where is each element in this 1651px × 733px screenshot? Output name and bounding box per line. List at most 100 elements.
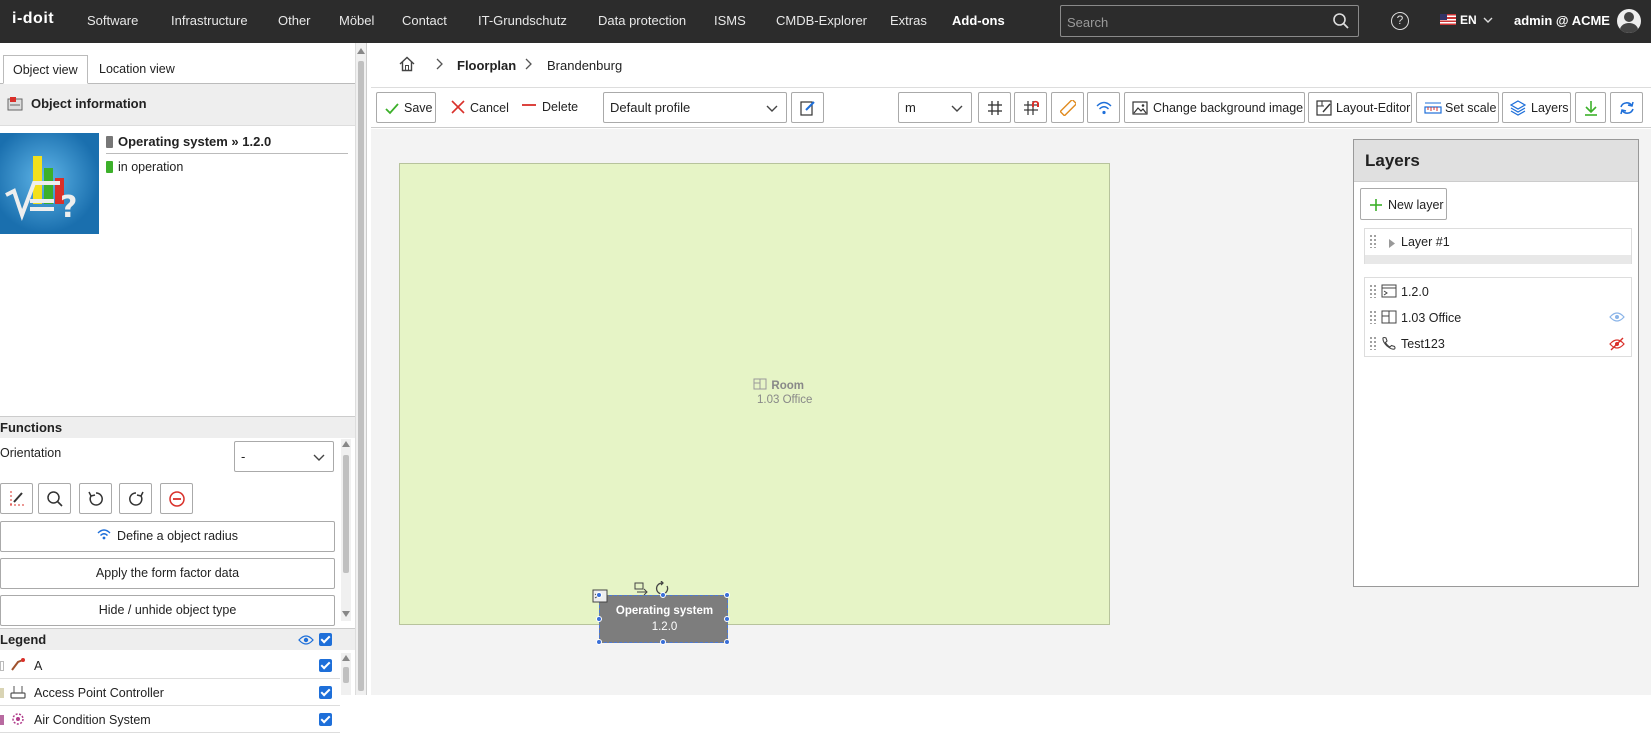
nav-item-other[interactable]: Other xyxy=(278,13,311,28)
unit-select[interactable]: m xyxy=(898,92,972,123)
cancel-button[interactable]: Cancel xyxy=(451,100,509,115)
resize-handle[interactable] xyxy=(660,639,666,645)
hide-unhide-object-type-button[interactable]: Hide / unhide object type xyxy=(0,595,335,626)
legend-swatch xyxy=(0,715,4,725)
define-radius-button[interactable]: Define a object radius xyxy=(0,521,335,552)
left-panel: Object view Location view Object informa… xyxy=(0,43,355,733)
layer-object-row[interactable]: 1.2.0 xyxy=(1365,279,1631,305)
layers-panel: Layers New layer Layer #1 1.2.0 1.03 Off… xyxy=(1353,139,1639,587)
layout-editor-button[interactable]: Layout-Editor xyxy=(1308,92,1412,123)
layer-object-row[interactable]: Test123 xyxy=(1365,331,1631,357)
rotate-right-button[interactable] xyxy=(119,483,152,514)
nav-item-data-protection[interactable]: Data protection xyxy=(598,13,686,28)
nav-item-isms[interactable]: ISMS xyxy=(714,13,746,28)
layer-drop-zone xyxy=(1365,255,1631,264)
caret-right-icon[interactable] xyxy=(1389,237,1395,251)
rotate-right-icon xyxy=(129,491,144,506)
drag-handle[interactable] xyxy=(1369,234,1377,248)
floorplan-canvas[interactable]: Room 1.03 Office Operating system 1.2.0 xyxy=(371,129,1651,695)
snap-to-grid-button[interactable] xyxy=(1014,92,1047,123)
help-icon[interactable]: ? xyxy=(1391,12,1409,30)
nav-item-contact[interactable]: Contact xyxy=(402,13,447,28)
apply-form-factor-button[interactable]: Apply the form factor data xyxy=(0,558,335,589)
drag-handle[interactable] xyxy=(1369,284,1377,298)
profile-value: Default profile xyxy=(610,100,691,115)
resize-handle[interactable] xyxy=(724,616,730,622)
avatar[interactable] xyxy=(1617,9,1641,33)
search-input[interactable] xyxy=(1067,12,1317,32)
resize-handle[interactable] xyxy=(724,592,730,598)
tab-object-view[interactable]: Object view xyxy=(3,55,88,84)
legend-checkbox[interactable] xyxy=(319,659,332,672)
language-selector[interactable]: EN xyxy=(1440,13,1493,27)
layer-row[interactable]: Layer #1 xyxy=(1365,229,1631,255)
scroll-up-arrow[interactable] xyxy=(357,48,365,54)
scroll-thumb[interactable] xyxy=(343,667,349,683)
legend-scrollbar[interactable] xyxy=(341,653,351,695)
layer-object-row[interactable]: 1.03 Office xyxy=(1365,305,1631,331)
scroll-thumb[interactable] xyxy=(358,61,364,691)
nav-item-moebel[interactable]: Möbel xyxy=(339,13,374,28)
legend-select-all-checkbox[interactable] xyxy=(319,633,332,646)
nav-item-add-ons[interactable]: Add-ons xyxy=(952,13,1005,28)
nav-item-extras[interactable]: Extras xyxy=(890,13,927,28)
eye-icon[interactable] xyxy=(1609,311,1625,326)
legend-label: A xyxy=(34,659,43,673)
breadcrumb-brandenburg[interactable]: Brandenburg xyxy=(547,58,622,73)
new-layer-button[interactable]: New layer xyxy=(1360,188,1447,220)
edit-object-button[interactable] xyxy=(0,483,33,514)
user-menu[interactable]: admin @ ACME xyxy=(1514,13,1610,28)
cancel-label: Cancel xyxy=(470,101,509,115)
drag-handle[interactable] xyxy=(1369,336,1377,350)
remove-object-button[interactable] xyxy=(160,483,193,514)
scroll-thumb[interactable] xyxy=(343,455,349,573)
scroll-up-arrow[interactable] xyxy=(342,441,350,447)
change-background-button[interactable]: Change background image xyxy=(1124,92,1305,123)
nav-item-cmdb-explorer[interactable]: CMDB-Explorer xyxy=(776,13,867,28)
orientation-select[interactable]: - xyxy=(234,441,334,472)
nav-item-it-grundschutz[interactable]: IT-Grundschutz xyxy=(478,13,567,28)
download-button[interactable] xyxy=(1575,92,1606,123)
left-panel-scrollbar[interactable] xyxy=(355,43,367,695)
i-doit-logo[interactable]: i-doit xyxy=(12,10,54,28)
room-object[interactable]: Room 1.03 Office xyxy=(399,163,1110,625)
orientation-label: Orientation xyxy=(0,446,62,460)
delete-button[interactable]: Delete xyxy=(521,100,578,114)
radius-button[interactable] xyxy=(1087,92,1120,123)
svg-text:?: ? xyxy=(60,190,77,225)
save-button[interactable]: Save xyxy=(376,92,436,123)
resize-handle[interactable] xyxy=(596,592,602,598)
eye-icon[interactable] xyxy=(298,634,314,646)
resize-handle[interactable] xyxy=(596,639,602,645)
search-icon[interactable] xyxy=(1332,12,1350,33)
resize-handle[interactable] xyxy=(660,592,666,598)
measure-button[interactable] xyxy=(1051,92,1084,123)
drag-handle[interactable] xyxy=(1369,310,1377,324)
legend-checkbox[interactable] xyxy=(319,686,332,699)
layer-object-name: Test123 xyxy=(1401,337,1445,351)
functions-scrollbar[interactable] xyxy=(341,439,351,621)
eye-slash-icon[interactable] xyxy=(1609,337,1625,354)
nav-item-software[interactable]: Software xyxy=(87,13,138,28)
refresh-button[interactable] xyxy=(1610,92,1643,123)
layers-button[interactable]: Layers xyxy=(1502,92,1571,123)
breadcrumb-floorplan[interactable]: Floorplan xyxy=(457,58,516,73)
zoom-object-button[interactable] xyxy=(38,483,71,514)
scroll-up-arrow[interactable] xyxy=(342,655,350,661)
operating-system-object[interactable]: Operating system 1.2.0 xyxy=(592,589,730,645)
tab-location-view[interactable]: Location view xyxy=(90,55,184,84)
nav-item-infrastructure[interactable]: Infrastructure xyxy=(171,13,248,28)
rotate-left-button[interactable] xyxy=(79,483,112,514)
scroll-down-arrow[interactable] xyxy=(342,611,350,617)
resize-handle[interactable] xyxy=(724,639,730,645)
download-icon xyxy=(1585,101,1597,116)
resize-handle[interactable] xyxy=(596,616,602,622)
legend-type-icon xyxy=(9,657,27,676)
room-icon xyxy=(1381,310,1397,327)
edit-profile-button[interactable] xyxy=(791,92,824,123)
home-icon[interactable] xyxy=(399,56,415,75)
set-scale-button[interactable]: Set scale xyxy=(1416,92,1499,123)
legend-checkbox[interactable] xyxy=(319,713,332,726)
profile-select[interactable]: Default profile xyxy=(603,92,787,123)
toggle-grid-button[interactable] xyxy=(978,92,1011,123)
